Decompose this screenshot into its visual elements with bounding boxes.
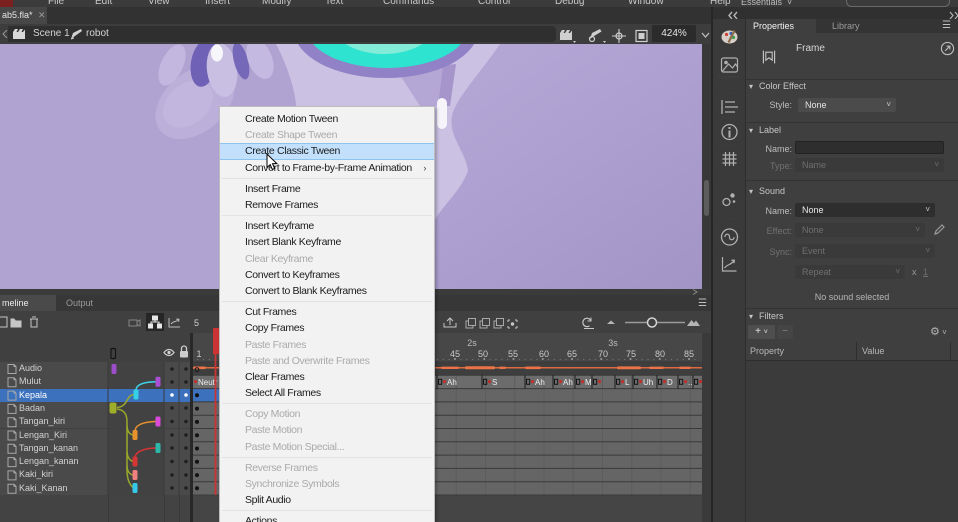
svg-text:Uh: Uh	[643, 378, 653, 387]
svg-text:5: 5	[194, 318, 199, 328]
svg-text:75: 75	[626, 349, 636, 359]
svg-text:..: ..	[688, 378, 692, 387]
svg-text:55: 55	[508, 349, 518, 359]
svg-text:70: 70	[598, 349, 608, 359]
svg-text:3s: 3s	[608, 338, 618, 348]
svg-text:1: 1	[197, 349, 202, 359]
svg-text:60: 60	[539, 349, 549, 359]
svg-text:85: 85	[684, 349, 694, 359]
svg-text:50: 50	[478, 349, 488, 359]
svg-text:L: L	[625, 378, 630, 387]
svg-text:D: D	[667, 378, 673, 387]
svg-text:2s: 2s	[467, 338, 477, 348]
svg-text:Ah: Ah	[447, 378, 457, 387]
svg-text:45: 45	[450, 349, 460, 359]
svg-text:65: 65	[567, 349, 577, 359]
svg-text:Ah: Ah	[563, 378, 573, 387]
svg-text:S: S	[492, 378, 497, 387]
svg-text:80: 80	[655, 349, 665, 359]
svg-text:Ah: Ah	[535, 378, 545, 387]
svg-text:M: M	[585, 378, 592, 387]
